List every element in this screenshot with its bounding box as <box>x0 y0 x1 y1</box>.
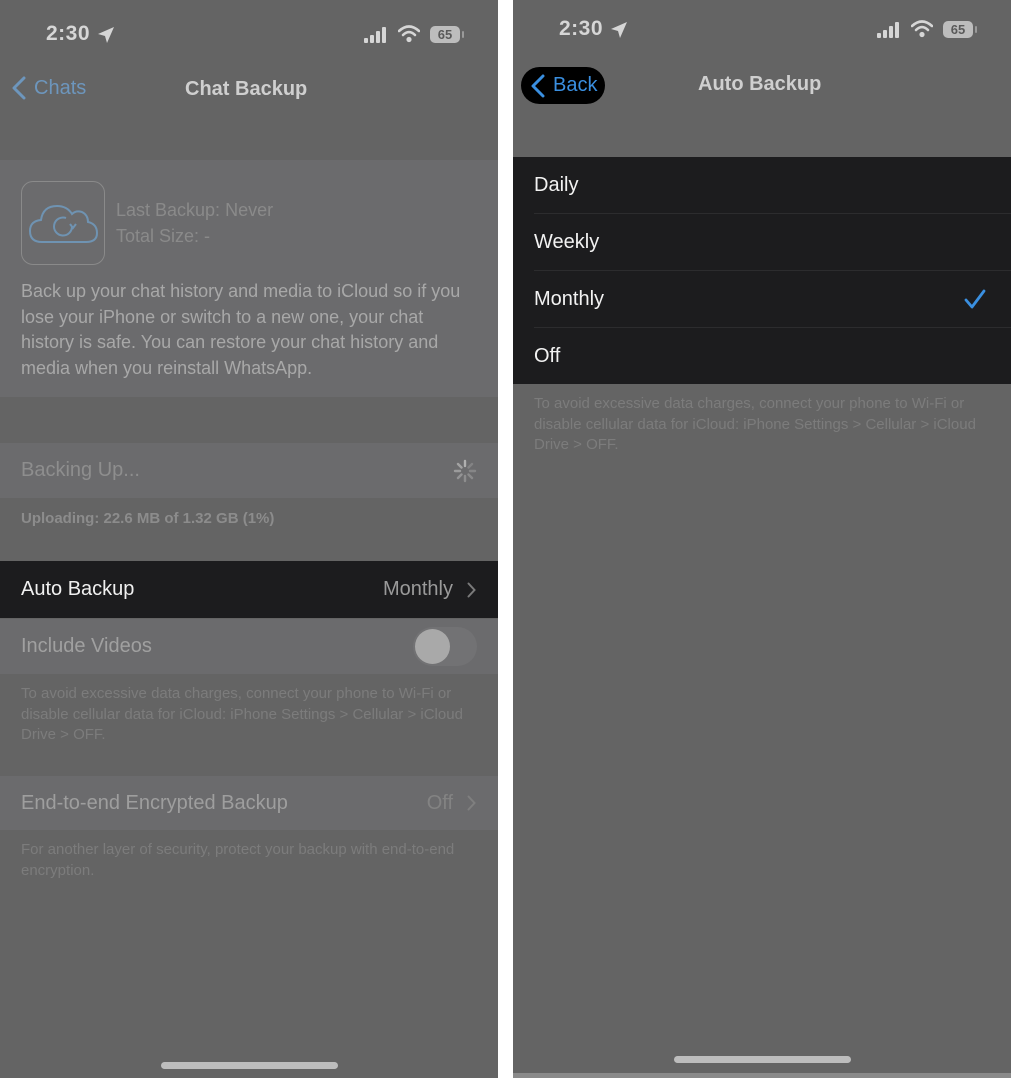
cellular-signal-icon <box>877 22 899 38</box>
back-label: Back <box>553 74 598 96</box>
e2e-label: End-to-end Encrypted Backup <box>21 791 288 814</box>
wifi-icon <box>398 25 420 43</box>
page-title: Chat Backup <box>185 78 308 100</box>
include-videos-toggle[interactable] <box>413 627 477 666</box>
option-off[interactable]: Off <box>534 328 1011 384</box>
option-label: Monthly <box>534 287 605 310</box>
status-time: 2:30 <box>46 22 91 45</box>
auto-backup-screen: 2:30 65 Back Auto Backup Daily Weekly Mo… <box>513 0 1011 1078</box>
status-bar: 2:30 65 <box>0 18 498 50</box>
option-label: Weekly <box>534 230 600 253</box>
checkmark-icon <box>964 289 986 309</box>
chat-backup-screen: 2:30 65 Chats Chat Backup Last Backup: N… <box>0 0 498 1078</box>
icloud-backup-icon <box>21 181 105 265</box>
wifi-icon <box>911 20 933 38</box>
chevron-right-icon <box>467 582 476 597</box>
activity-spinner-icon <box>453 459 477 483</box>
battery-indicator: 65 <box>430 26 464 43</box>
chevron-left-icon <box>12 76 26 100</box>
toggle-knob <box>415 629 450 664</box>
back-label: Chats <box>34 76 87 99</box>
last-backup-text: Last Backup: Never <box>116 200 274 220</box>
upload-status-text: Uploading: 22.6 MB of 1.32 GB (1%) <box>21 510 275 527</box>
auto-backup-value: Monthly <box>382 578 453 600</box>
option-label: Daily <box>534 173 579 196</box>
cellular-signal-icon <box>364 27 386 43</box>
battery-indicator: 65 <box>943 21 977 38</box>
total-size-text: Total Size: - <box>116 226 211 246</box>
status-time: 2:30 <box>559 17 604 40</box>
option-weekly[interactable]: Weekly <box>534 214 1011 271</box>
status-bar: 2:30 65 <box>513 13 1011 45</box>
backing-up-label: Backing Up... <box>21 459 140 481</box>
e2e-encrypted-backup-row[interactable]: End-to-end Encrypted Backup Off <box>0 776 498 830</box>
e2e-value: Off <box>426 791 453 814</box>
bottom-edge <box>513 1073 1011 1078</box>
frequency-options-list: Daily Weekly Monthly Off <box>513 157 1011 384</box>
backup-info-card: Last Backup: Never Total Size: - Back up… <box>0 160 498 397</box>
auto-backup-label: Auto Backup <box>21 578 135 600</box>
backup-description: Back up your chat history and media to i… <box>21 281 461 378</box>
chevron-left-icon <box>531 74 545 97</box>
data-charges-note: To avoid excessive data charges, connect… <box>21 685 463 743</box>
chevron-right-icon <box>467 795 476 811</box>
home-indicator[interactable] <box>674 1056 851 1063</box>
option-label: Off <box>534 344 561 367</box>
back-button-chats[interactable]: Chats <box>12 76 86 100</box>
option-monthly[interactable]: Monthly <box>534 271 1011 328</box>
option-daily[interactable]: Daily <box>534 157 1011 214</box>
data-charges-note: To avoid excessive data charges, connect… <box>534 395 976 453</box>
auto-backup-row[interactable]: Auto Backup Monthly <box>0 561 498 618</box>
include-videos-label: Include Videos <box>21 635 152 657</box>
backing-up-row[interactable]: Backing Up... <box>0 443 498 498</box>
location-arrow-icon <box>98 27 114 43</box>
back-button[interactable]: Back <box>521 67 606 104</box>
location-arrow-icon <box>611 22 627 38</box>
home-indicator[interactable] <box>161 1062 338 1069</box>
include-videos-row: Include Videos <box>0 619 498 674</box>
page-title: Auto Backup <box>698 73 822 95</box>
e2e-note: For another layer of security, protect y… <box>21 841 455 879</box>
